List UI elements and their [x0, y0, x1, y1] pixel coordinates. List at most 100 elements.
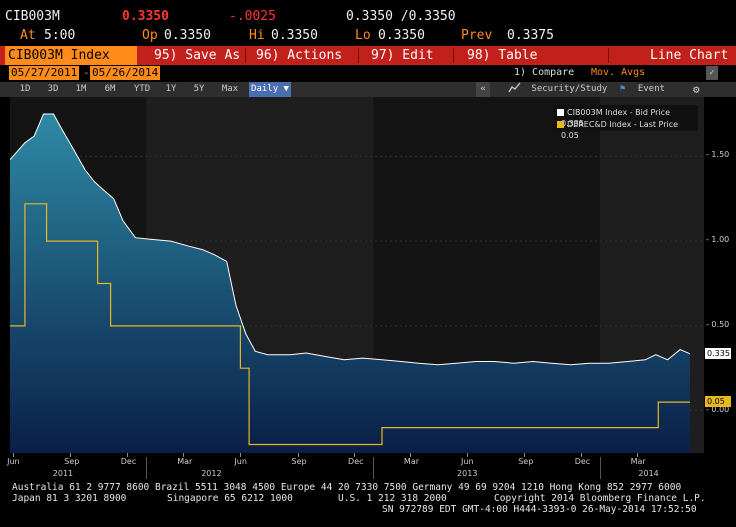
moving-averages-button[interactable]: Mov. Avgs — [591, 66, 645, 80]
prev-label: Prev — [461, 28, 493, 43]
legend-item-last[interactable]: DEREC&D Index - Last Price 0.05 — [557, 119, 698, 141]
high-label: Hi — [249, 28, 265, 43]
x-month-label: Dec — [120, 457, 137, 466]
footer-us: U.S. 1 212 318 2000 — [338, 493, 447, 504]
x-month-label: Jun — [234, 457, 247, 466]
x-tick — [70, 453, 72, 457]
x-year-label: 2013 — [457, 469, 478, 478]
footer-singapore: Singapore 65 6212 1000 — [167, 493, 293, 504]
y-tick-label: - 1.50 — [706, 150, 730, 160]
date-range-separator: - — [83, 66, 90, 79]
chart-view-selector[interactable]: Line Chart — [650, 46, 728, 65]
footer-contacts: Australia 61 2 9777 8600 Brazil 5511 304… — [12, 482, 682, 493]
period-1d[interactable]: 1D — [13, 82, 37, 97]
security-study-button[interactable]: Security/Study — [508, 82, 607, 97]
legend-swatch — [557, 121, 564, 128]
x-month-label: Mar — [177, 457, 193, 466]
edit-menu[interactable]: 97) Edit — [371, 46, 434, 65]
x-tick — [183, 453, 185, 457]
menu-divider — [453, 48, 454, 63]
time-value: 5:00 — [44, 28, 76, 43]
legend-swatch — [557, 109, 564, 116]
year-separator — [373, 457, 375, 479]
open-label: Op — [142, 28, 158, 43]
save-as-button[interactable]: 95) Save As — [154, 46, 240, 65]
security-study-label: Security/Study — [531, 84, 608, 94]
table-button[interactable]: 98) Table — [467, 46, 537, 65]
y-tick-label: - 1.00 — [706, 235, 730, 245]
period-ytd[interactable]: YTD — [128, 82, 156, 97]
event-flag-icon: ⚑ — [620, 84, 626, 94]
footer-japan: Japan 81 3 3201 8900 — [12, 493, 127, 504]
options-checkbox[interactable]: ✓ — [706, 66, 718, 80]
year-separator — [599, 457, 601, 479]
x-tick — [297, 453, 299, 457]
footer-session-info: SN 972789 EDT GMT-4:00 H444-3393-0 26-Ma… — [382, 504, 697, 515]
frequency-selector[interactable]: Daily ▼ — [249, 82, 291, 97]
time-label: At — [20, 28, 36, 43]
legend-label: CIB003M Index - Bid Price — [567, 108, 670, 117]
bid-price-last-label: 0.335 — [705, 347, 731, 359]
x-tick — [13, 453, 15, 457]
event-label: Event — [637, 84, 665, 94]
line-chart-icon — [508, 82, 521, 93]
x-month-label: Sep — [64, 457, 80, 466]
y-tick-label: - 0.50 — [706, 319, 730, 329]
x-tick — [580, 453, 582, 457]
x-tick — [240, 453, 242, 457]
year-separator — [146, 457, 147, 479]
high-value: 0.3350 — [271, 28, 318, 43]
x-year-label: 2011 — [52, 469, 74, 478]
security-field[interactable]: CIB003M Index — [5, 46, 137, 65]
last-price: 0.3350 — [122, 9, 169, 24]
last-price-last-label: 0.05 — [705, 396, 731, 408]
period-toolbar: 1D 3D 1M 6M YTD 1Y 5Y Max Daily ▼ « Secu… — [0, 82, 736, 97]
ticker: CIB003M — [5, 9, 60, 24]
footer-copyright: Copyright 2014 Bloomberg Finance L.P. — [494, 493, 706, 504]
x-year-label: 2012 — [201, 469, 222, 478]
prev-value: 0.3375 — [507, 28, 554, 43]
legend-value: 0.05 — [561, 131, 579, 140]
collapse-toolbar-button[interactable]: « — [476, 82, 490, 97]
low-value: 0.3350 — [378, 28, 425, 43]
period-5y[interactable]: 5Y — [188, 82, 210, 97]
x-tick — [409, 453, 411, 457]
menu-divider — [608, 48, 609, 63]
x-month-label: Jun — [7, 457, 20, 466]
legend-label: DEREC&D Index - Last Price — [567, 120, 679, 129]
x-month-label: Dec — [574, 457, 591, 466]
compare-button[interactable]: 1) Compare — [514, 66, 574, 80]
x-tick — [636, 453, 638, 457]
checkmark-icon: ✓ — [709, 68, 715, 78]
x-month-label: Jun — [461, 457, 474, 466]
actions-menu[interactable]: 96) Actions — [256, 46, 342, 65]
start-date-field[interactable]: 05/27/2011 — [9, 66, 80, 80]
low-label: Lo — [355, 28, 371, 43]
quote-stats: At 5:00 Op 0.3350 Hi 0.3350 Lo 0.3350 Pr… — [0, 26, 736, 45]
end-date-field[interactable]: 05/26/2014 — [90, 66, 161, 80]
bid-ask: 0.3350 /0.3350 — [346, 9, 456, 24]
period-1m[interactable]: 1M — [69, 82, 93, 97]
period-max[interactable]: Max — [216, 82, 244, 97]
line-chart[interactable] — [10, 97, 736, 453]
x-year-label: 2014 — [638, 469, 659, 478]
menu-divider — [245, 48, 246, 63]
x-month-label: Sep — [291, 457, 307, 466]
x-tick — [126, 453, 128, 457]
x-month-label: Sep — [518, 457, 534, 466]
quote-header: CIB003M 0.3350 -.0025 0.3350 /0.3350 — [0, 7, 736, 26]
price-change: -.0025 — [229, 9, 276, 24]
x-month-label: Mar — [403, 457, 420, 466]
period-1y[interactable]: 1Y — [160, 82, 182, 97]
x-tick — [524, 453, 526, 457]
x-tick — [354, 453, 356, 457]
x-month-label: Dec — [348, 457, 364, 466]
x-month-label: Mar — [630, 457, 646, 466]
settings-gear-icon[interactable]: ⚙ — [693, 82, 700, 97]
period-3d[interactable]: 3D — [41, 82, 65, 97]
chart-legend: CIB003M Index - Bid Price 0.335 DEREC&D … — [553, 105, 698, 140]
x-tick — [467, 453, 469, 457]
event-button[interactable]: ⚑ Event — [620, 82, 665, 97]
menu-divider — [358, 48, 359, 63]
period-6m[interactable]: 6M — [98, 82, 122, 97]
